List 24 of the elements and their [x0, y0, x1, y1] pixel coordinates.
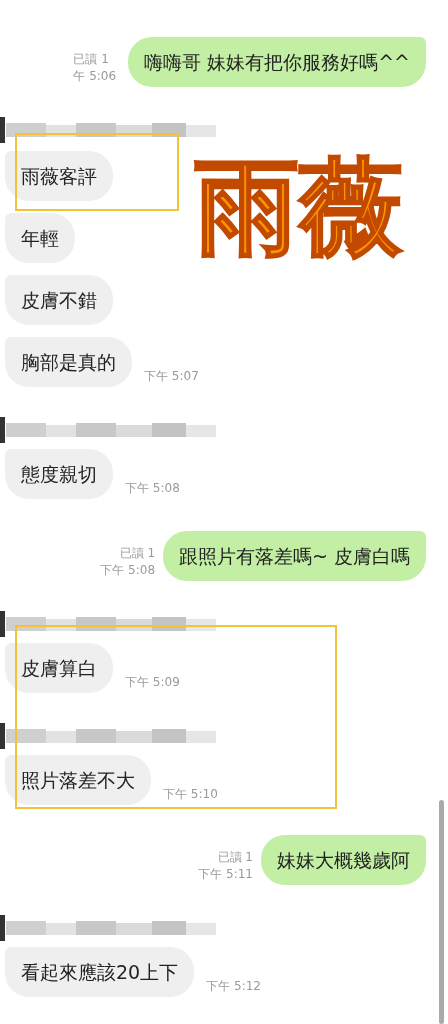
message-bubble: 雨薇客評	[5, 151, 113, 201]
message-bubble: 態度親切	[5, 449, 113, 499]
read-receipt: 已讀 1	[73, 51, 109, 68]
message-bubble: 皮膚不錯	[5, 275, 113, 325]
scrollbar-thumb[interactable]	[439, 800, 444, 1024]
message-bubble: 皮膚算白	[5, 643, 113, 693]
message-bubble: 看起來應該20上下	[5, 947, 195, 997]
caption-title: 雨薇	[195, 145, 403, 270]
read-receipt: 已讀 1	[217, 849, 253, 866]
message-time: 午 5:06	[73, 68, 117, 85]
message-time: 下午 5:10	[163, 786, 218, 803]
message-time: 下午 5:08	[125, 480, 180, 497]
message-bubble: 胸部是真的	[5, 337, 132, 387]
message-time: 下午 5:07	[144, 368, 199, 385]
message-bubble: 跟照片有落差嗎~ 皮膚白嗎	[163, 531, 426, 581]
read-receipt: 已讀 1	[119, 545, 156, 562]
message-time: 下午 5:08	[100, 562, 156, 579]
message-bubble: 年輕	[5, 213, 75, 263]
message-bubble: 嗨嗨哥 妹妹有把你服務好嗎^^	[128, 37, 426, 87]
message-time: 下午 5:09	[125, 674, 180, 691]
message-bubble: 妹妹大概幾歲阿	[261, 835, 426, 885]
message-time: 下午 5:12	[206, 978, 261, 995]
message-bubble: 照片落差不大	[5, 755, 151, 805]
message-time: 下午 5:11	[198, 866, 253, 883]
